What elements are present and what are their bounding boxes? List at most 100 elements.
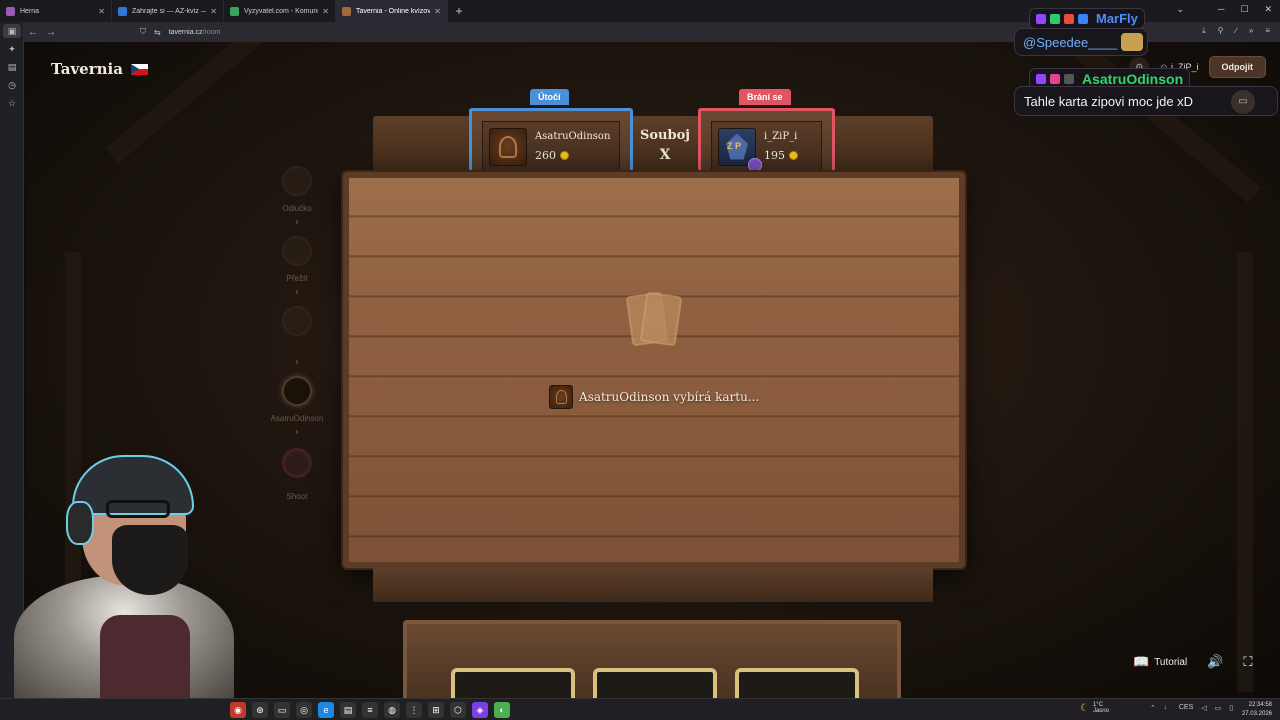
tab-tavernia[interactable]: Tavernia - Online kvízová h ✕ (336, 0, 448, 22)
new-tab-button[interactable]: + (448, 4, 470, 18)
app-icon[interactable]: ⊞ (428, 702, 444, 718)
step-connector (296, 220, 298, 224)
tab-az-kviz[interactable]: Zahrajte si — AZ-kvíz — Český ✕ (112, 0, 224, 22)
taskbar-apps: ◉ ⊛ ▭ ◎ e ▤ ≡ ◍ ⋮ ⊞ ⬡ ◈ ◐ (230, 702, 510, 718)
pen-icon[interactable]: ∕ (1236, 26, 1237, 36)
disconnect-button[interactable]: Odpojit (1208, 56, 1266, 78)
logo-text: Tavernia (51, 60, 123, 78)
network-icon[interactable]: ▭ (1215, 704, 1222, 712)
ai-chat-icon[interactable]: ✦ (0, 40, 24, 58)
app-icon[interactable]: ▤ (340, 702, 356, 718)
chat-icon[interactable]: ▭ (1231, 90, 1255, 114)
app-icon[interactable]: ▭ (274, 702, 290, 718)
round-step (282, 306, 312, 336)
glasses (106, 500, 170, 518)
url-field[interactable]: ⛉ ⇆ tavernia.cz/room (140, 27, 220, 37)
chat-message: Tahle karta zipovi moc jde xD ▭ (1014, 86, 1278, 116)
attacker-role-tag: Útočí (530, 89, 569, 105)
twitch-icon (1036, 74, 1046, 84)
streamer-webcam (0, 455, 250, 700)
app-icon[interactable]: ◈ (472, 702, 488, 718)
defender-score: 195 (764, 149, 798, 162)
emote-icon (1121, 33, 1144, 51)
hand-card[interactable] (451, 668, 575, 698)
app-icon[interactable]: ◐ (494, 702, 510, 718)
bookmarks-icon[interactable]: ☆ (0, 94, 24, 112)
attacker-plate: AsatruOdinson 260 (469, 108, 633, 172)
chevron-up-icon[interactable]: ⌃ (1150, 704, 1156, 712)
app-icon[interactable]: ≡ (362, 702, 378, 718)
twitch-icon (1036, 13, 1046, 24)
history-icon[interactable]: ◷ (0, 76, 24, 94)
verified-icon (1078, 13, 1088, 24)
chevron-down-icon[interactable]: ⌄ (1176, 4, 1184, 15)
app-icon[interactable]: ◎ (296, 702, 312, 718)
tree-avatar-icon (549, 385, 573, 409)
browser-icon[interactable]: e (318, 702, 334, 718)
game-board (343, 172, 965, 568)
download-icon[interactable]: ⤓ (1202, 26, 1206, 36)
maximize-icon[interactable]: ☐ (1240, 4, 1248, 15)
status-player: AsatruOdinson (579, 390, 670, 404)
versus-x: X (659, 147, 671, 163)
mic-icon[interactable]: ♩ (1164, 704, 1171, 712)
wall-post (1237, 252, 1253, 692)
round-step-label: AsatruOdinson (270, 414, 324, 423)
app-icon[interactable]: ◉ (230, 702, 246, 718)
shirt (100, 615, 190, 700)
sidebar-toggle-icon[interactable]: ▣ (3, 24, 21, 38)
overflow-icon[interactable]: » (1249, 26, 1253, 36)
fullscreen-icon[interactable]: ⛶ (1243, 654, 1252, 670)
badge-icon (1064, 74, 1074, 84)
extension-icon[interactable]: ⚲ (1218, 26, 1224, 36)
tabs-icon[interactable]: ▤ (0, 58, 24, 76)
tab-herna[interactable]: Herna ✕ (0, 0, 112, 22)
speaker-icon[interactable]: ◁ (1201, 704, 1206, 712)
close-icon[interactable]: ✕ (434, 7, 441, 16)
step-connector (296, 290, 298, 294)
game-controls: 📖 Tutorial 🔊 ⛶ (1133, 654, 1252, 670)
close-icon[interactable]: ✕ (98, 7, 105, 16)
battery-icon[interactable]: ▯ (1229, 704, 1233, 712)
back-arrow-icon[interactable]: ← (24, 27, 42, 38)
board-bottom-frame (373, 568, 933, 602)
chat-message: @Speedee____ (1014, 28, 1148, 56)
window-controls: ─ ☐ ✕ (1218, 4, 1272, 15)
chat-username: MarFly (1096, 11, 1138, 26)
tab-label: Herna (20, 7, 40, 15)
tutorial-button[interactable]: 📖 Tutorial (1133, 654, 1187, 670)
badge-icon (748, 157, 762, 172)
minimize-icon[interactable]: ─ (1218, 4, 1224, 15)
volume-icon[interactable]: 🔊 (1207, 654, 1223, 670)
shield-icon: ⛉ (140, 27, 146, 36)
duel-title: Souboj (640, 128, 690, 143)
forward-arrow-icon[interactable]: → (42, 27, 60, 38)
app-icon[interactable]: ⊛ (252, 702, 268, 718)
app-icon[interactable]: ⋮ (406, 702, 422, 718)
hand-card[interactable] (593, 668, 717, 698)
app-icon[interactable]: ⬡ (450, 702, 466, 718)
site-logo[interactable]: Tavernia (51, 60, 148, 78)
tab-vyzyvatel[interactable]: Vyzyvatel.com - Komunitní vědo ✕ (224, 0, 336, 22)
chat-username: AsatruOdinson (1082, 71, 1184, 87)
app-icon[interactable]: ◍ (384, 702, 400, 718)
site-settings-icon[interactable]: ⇆ (154, 28, 161, 37)
target-icon (282, 448, 312, 478)
close-window-icon[interactable]: ✕ (1264, 4, 1272, 15)
czech-flag-icon (130, 63, 148, 75)
hand-card[interactable] (735, 668, 859, 698)
taskbar-clock[interactable]: 22:34:58 27.03.2026 (1242, 701, 1272, 719)
weather-widget[interactable]: ☾ 1°C Jasno (1080, 702, 1109, 714)
duel-label: Souboj X (637, 128, 693, 163)
language-indicator[interactable]: CES (1179, 704, 1193, 712)
url-path: /room (202, 28, 221, 36)
url-host: tavernia.cz (168, 28, 203, 36)
status-text: AsatruOdinson vybírá kartu... (579, 390, 759, 404)
chat-text: Tahle karta zipovi moc jde xD (1024, 93, 1194, 109)
close-icon[interactable]: ✕ (210, 7, 217, 16)
chat-text: @Speedee____ (1023, 34, 1118, 50)
badge-icon (1050, 74, 1060, 84)
close-icon[interactable]: ✕ (322, 7, 329, 16)
menu-icon[interactable]: ≡ (1265, 26, 1270, 36)
attacker-score-value: 260 (535, 149, 556, 162)
